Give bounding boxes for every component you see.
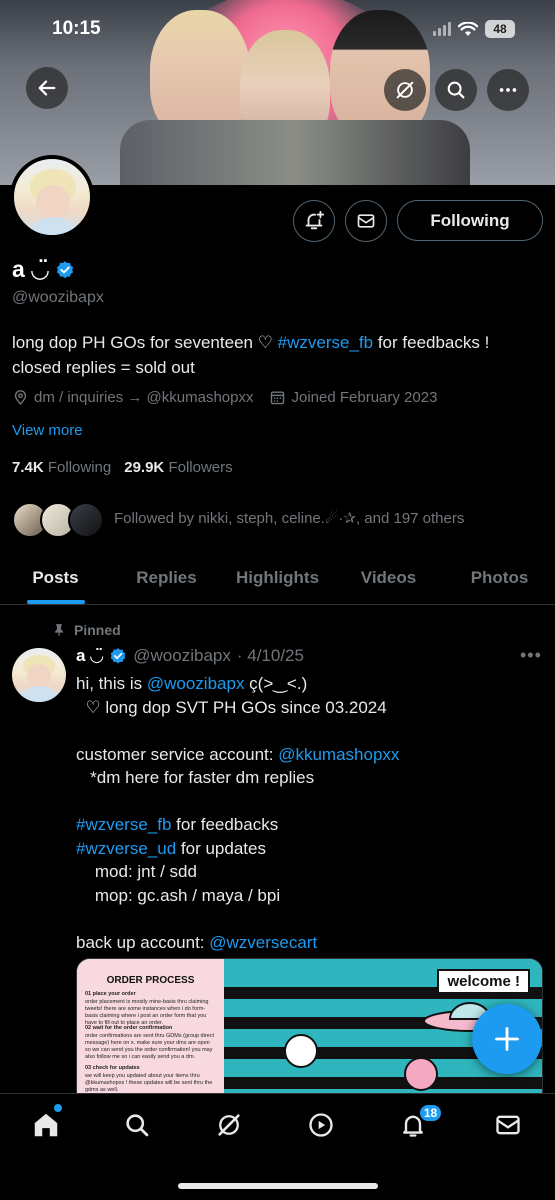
followers-count-link[interactable]: 29.9K Followers: [124, 459, 232, 476]
compose-button[interactable]: [472, 1004, 542, 1074]
pin-icon: [54, 624, 64, 636]
grok-icon: [218, 1114, 240, 1136]
profile-location: dm / inquiries → @kkumashopxx: [34, 389, 254, 406]
mail-icon: [357, 214, 375, 228]
mention-link[interactable]: @woozibapx: [147, 674, 245, 693]
order-process-panel: ORDER PROCESS 01 place your order order …: [77, 959, 224, 1105]
tab-posts[interactable]: Posts: [0, 557, 111, 604]
verified-icon[interactable]: [55, 260, 75, 280]
bell-plus-icon: [305, 210, 325, 230]
post-author-handle[interactable]: @woozibapx: [133, 646, 231, 666]
tab-highlights[interactable]: Highlights: [222, 557, 333, 604]
mention-link[interactable]: @kkumashopxx: [278, 745, 399, 764]
battery-icon: 48: [485, 20, 515, 38]
verified-icon: [110, 648, 126, 664]
post-header: a ◡̈ @woozibapx · 4/10/25: [76, 646, 304, 666]
nav-home[interactable]: [31, 1110, 61, 1140]
tab-videos[interactable]: Videos: [333, 557, 444, 604]
location-icon: [14, 390, 27, 405]
back-arrow-icon: [38, 80, 56, 96]
signal-icon: [433, 22, 451, 36]
profile-joined: Joined February 2023: [291, 389, 438, 406]
post-date[interactable]: · 4/10/25: [237, 646, 304, 666]
following-button[interactable]: Following: [397, 200, 543, 241]
hashtag-link[interactable]: #wzverse_ud: [76, 839, 176, 858]
back-button[interactable]: [26, 67, 68, 109]
profile-avatar[interactable]: [10, 155, 94, 239]
followed-by-text[interactable]: Followed by nikki, steph, celine.☄·✰, an…: [114, 509, 464, 527]
status-icons: 48: [433, 20, 515, 38]
search-icon: [447, 81, 465, 99]
home-indicator[interactable]: [178, 1183, 378, 1189]
pinned-label: Pinned: [52, 622, 121, 638]
calendar-icon: [271, 391, 285, 405]
banner-shirts: [120, 120, 470, 185]
post-author-name[interactable]: a ◡̈: [76, 646, 103, 666]
profile-name-row: a ◡̈: [12, 256, 75, 283]
notifications-toggle-button[interactable]: [293, 200, 335, 242]
nav-video[interactable]: [306, 1110, 336, 1140]
grok-icon: [396, 81, 414, 99]
home-icon: [34, 1113, 58, 1137]
profile-handle: @woozibapx: [12, 289, 104, 306]
bio-hashtag-link[interactable]: #wzverse_fb: [278, 333, 373, 352]
compose-plus-icon: [495, 1027, 519, 1051]
message-button[interactable]: [345, 200, 387, 242]
more-icon: [499, 88, 517, 92]
follower-avatar: [68, 502, 104, 538]
nav-messages[interactable]: [493, 1110, 523, 1140]
status-time: 10:15: [52, 18, 101, 39]
tab-photos[interactable]: Photos: [444, 557, 555, 604]
more-button[interactable]: [487, 69, 529, 111]
grok-button[interactable]: [384, 69, 426, 111]
mention-link[interactable]: @wzversecart: [209, 933, 317, 952]
search-button[interactable]: [435, 69, 477, 111]
post-avatar[interactable]: [12, 648, 66, 702]
profile-tabs: Posts Replies Highlights Videos Photos: [0, 557, 555, 605]
profile-bio: long dop PH GOs for seventeen ♡ #wzverse…: [12, 333, 490, 377]
home-unread-dot: [54, 1104, 62, 1112]
search-icon: [126, 1114, 149, 1137]
profile-name: a ◡̈: [12, 256, 49, 282]
nav-grok[interactable]: [214, 1110, 244, 1140]
followed-by-avatars[interactable]: [12, 502, 104, 538]
post-more-button[interactable]: •••: [520, 645, 542, 666]
profile-meta: dm / inquiries → @kkumashopxx Joined Feb…: [12, 389, 453, 406]
post-text: hi, this is @woozibapx ç(>‿<.) ♡ long do…: [76, 674, 400, 952]
notifications-badge: 18: [418, 1103, 443, 1123]
play-icon: [309, 1113, 333, 1137]
mail-icon: [496, 1115, 520, 1135]
nav-search[interactable]: [122, 1110, 152, 1140]
hashtag-link[interactable]: #wzverse_fb: [76, 815, 171, 834]
tab-replies[interactable]: Replies: [111, 557, 222, 604]
view-more-link[interactable]: View more: [12, 422, 83, 439]
wifi-icon: [458, 21, 478, 36]
follow-counts: 7.4K Following 29.9K Followers: [12, 459, 233, 476]
order-process-title: ORDER PROCESS: [106, 975, 195, 986]
following-count-link[interactable]: 7.4K Following: [12, 459, 111, 476]
welcome-label: welcome !: [437, 969, 530, 994]
